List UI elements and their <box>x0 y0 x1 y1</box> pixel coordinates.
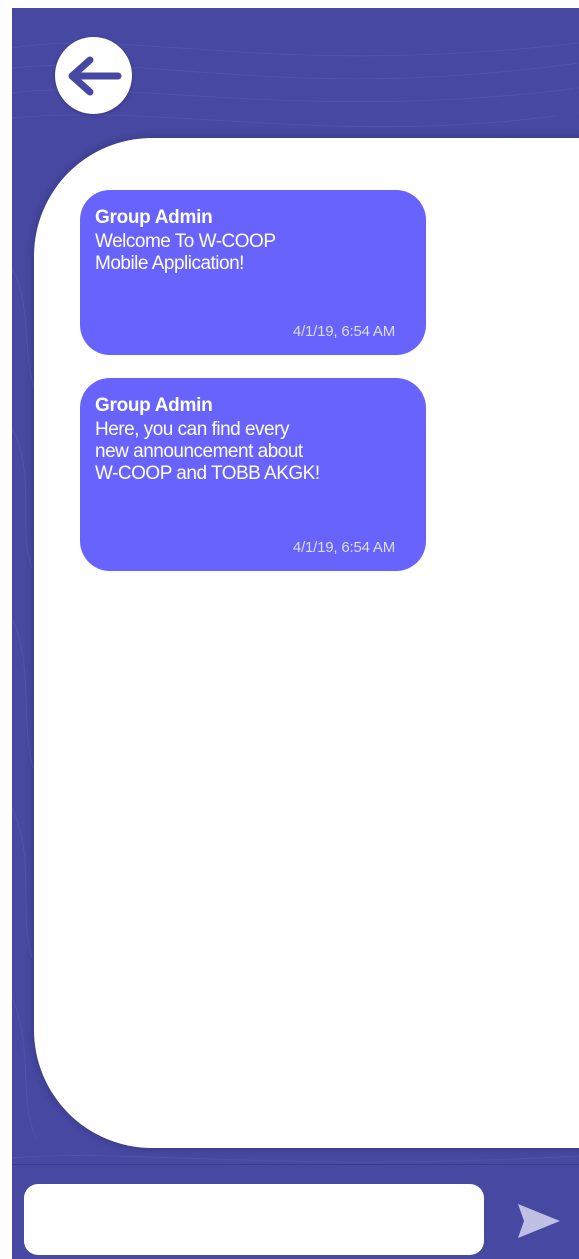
back-button[interactable] <box>55 37 132 114</box>
composer-bar <box>12 1164 579 1259</box>
message-text: Welcome To W-COOP Mobile Application! <box>95 231 276 274</box>
arrow-left-icon <box>68 56 121 95</box>
message-bubble: Group Admin Here, you can find every new… <box>80 378 426 571</box>
chat-screen: Group Admin Welcome To W-COOP Mobile App… <box>0 0 579 1259</box>
message-text: Here, you can find every new announcemen… <box>95 419 320 484</box>
message-sender: Group Admin <box>95 395 213 416</box>
message-timestamp: 4/1/19, 6:54 AM <box>292 539 395 556</box>
message-bubble: Group Admin Welcome To W-COOP Mobile App… <box>80 190 426 355</box>
send-button[interactable] <box>515 1197 563 1245</box>
send-icon <box>518 1204 560 1238</box>
message-sender: Group Admin <box>95 207 213 228</box>
message-timestamp: 4/1/19, 6:54 AM <box>292 323 395 340</box>
message-input[interactable] <box>24 1184 484 1255</box>
